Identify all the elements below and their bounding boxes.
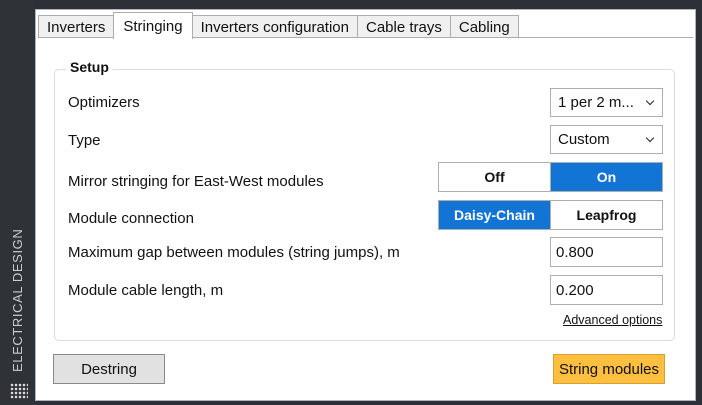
destring-button[interactable]: Destring <box>53 354 165 384</box>
chevron-down-icon <box>645 133 655 143</box>
leapfrog-option[interactable]: Leapfrog <box>550 201 662 229</box>
chevron-down-icon <box>645 96 655 106</box>
side-panel: ELECTRICAL DESIGN <box>0 0 34 405</box>
setup-title: Setup <box>66 59 113 75</box>
cable-length-input[interactable] <box>550 275 663 305</box>
cable-length-label: Module cable length, m <box>68 282 224 299</box>
mirror-on-option[interactable]: On <box>550 163 662 191</box>
tab-cable-trays[interactable]: Cable trays <box>356 15 451 38</box>
mirror-stringing-toggle: Off On <box>438 162 663 192</box>
type-label: Type <box>68 132 101 149</box>
type-select[interactable]: Custom <box>550 125 663 154</box>
optimizers-value: 1 per 2 m... <box>558 94 634 111</box>
tab-inverters[interactable]: Inverters <box>38 15 115 38</box>
tab-inverters-configuration[interactable]: Inverters configuration <box>191 15 358 38</box>
module-connection-label: Module connection <box>68 210 194 227</box>
type-value: Custom <box>558 131 610 148</box>
stringing-panel: Inverters Stringing Inverters configurat… <box>35 9 696 401</box>
max-gap-input[interactable] <box>550 237 663 267</box>
side-panel-label: ELECTRICAL DESIGN <box>10 228 25 372</box>
daisy-chain-option[interactable]: Daisy-Chain <box>439 201 550 229</box>
dots-grid-icon[interactable] <box>10 383 28 399</box>
tab-bar: Inverters Stringing Inverters configurat… <box>38 12 519 39</box>
mirror-stringing-label: Mirror stringing for East-West modules <box>68 173 324 190</box>
tab-stringing[interactable]: Stringing <box>113 12 193 39</box>
string-modules-button[interactable]: String modules <box>553 354 665 384</box>
max-gap-label: Maximum gap between modules (string jump… <box>68 244 400 261</box>
module-connection-toggle: Daisy-Chain Leapfrog <box>438 200 663 230</box>
optimizers-label: Optimizers <box>68 94 140 111</box>
tab-cabling[interactable]: Cabling <box>449 15 519 38</box>
mirror-off-option[interactable]: Off <box>439 163 550 191</box>
optimizers-select[interactable]: 1 per 2 m... <box>550 88 663 117</box>
advanced-options-link[interactable]: Advanced options <box>563 313 662 327</box>
